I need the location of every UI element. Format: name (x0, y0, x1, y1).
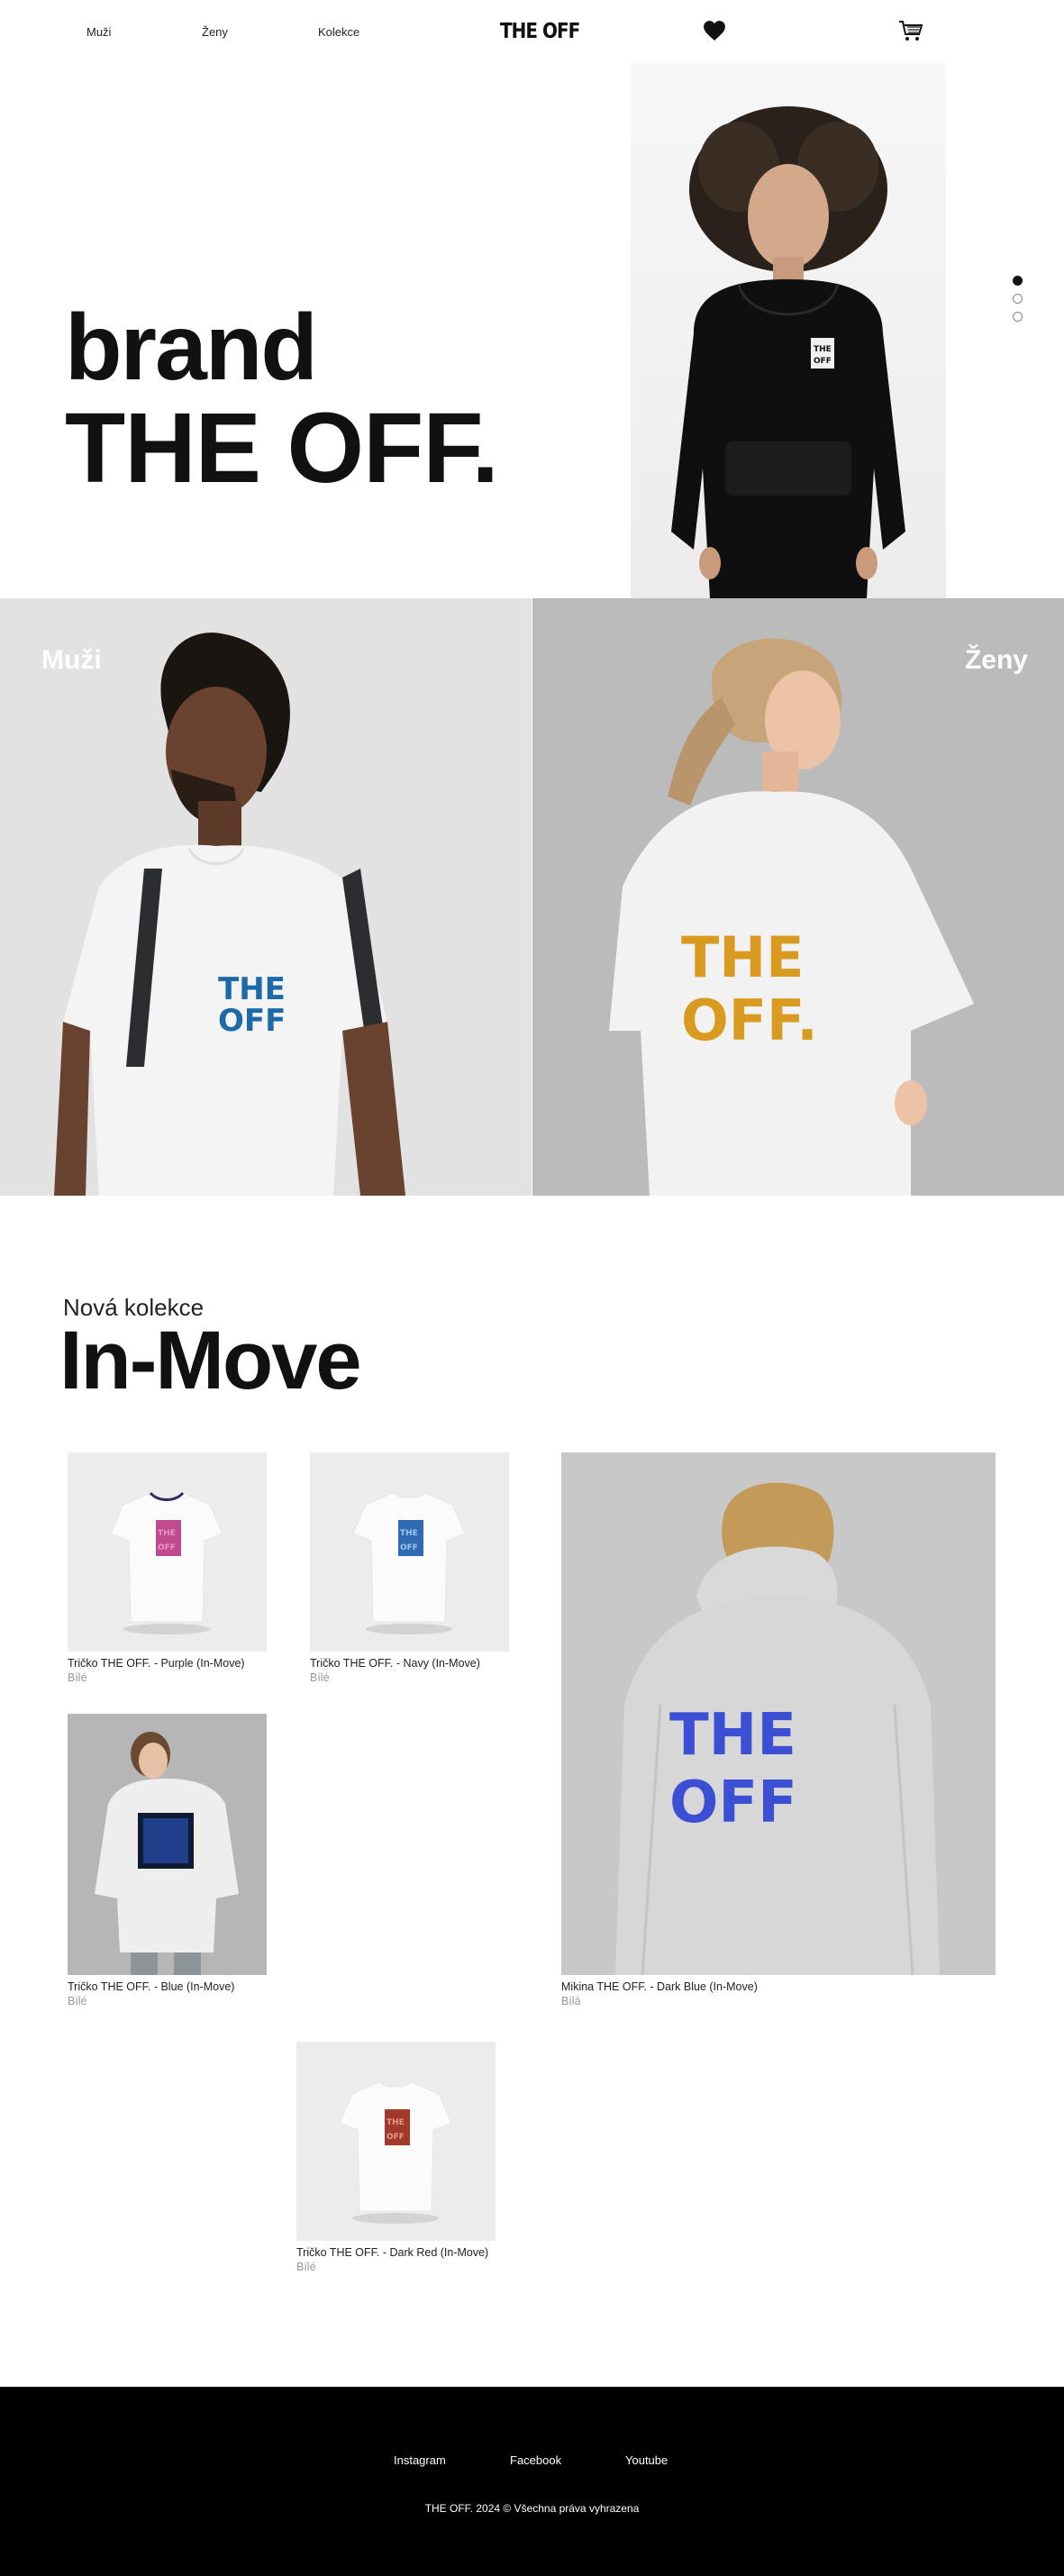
svg-text:THE: THE (218, 971, 286, 1007)
brand-logo[interactable]: THE OFF (500, 18, 580, 43)
product-name[interactable]: Tričko THE OFF. - Purple (In-Move) (68, 1657, 267, 1670)
collection-title: In-Move (59, 1315, 362, 1406)
nav-collection[interactable]: Kolekce (318, 25, 359, 39)
footer-copyright: THE OFF. 2024 © Všechna práva vyhrazena (424, 2502, 640, 2515)
hero-line-1: brand (65, 296, 318, 400)
cart-button[interactable] (896, 16, 925, 45)
nav-men[interactable]: Muži (86, 25, 111, 39)
svg-text:OFF: OFF (386, 2133, 405, 2142)
product-color: Bílé (68, 1671, 87, 1684)
svg-text:OFF.: OFF. (681, 988, 818, 1053)
product-color: Bílá (561, 1995, 581, 2007)
product-image[interactable]: THE OFF (296, 2042, 496, 2241)
slider-dot-2[interactable] (1013, 294, 1023, 304)
footer-link-instagram[interactable]: Instagram (394, 2453, 446, 2467)
cart-icon (899, 21, 923, 41)
svg-text:THE: THE (669, 1702, 796, 1769)
category-men-tile[interactable]: THE OFF Muži (0, 598, 532, 1196)
product-card[interactable]: THE OFF Tričko THE OFF. - Navy (In-Move)… (310, 1452, 509, 1684)
svg-text:OFF: OFF (158, 1543, 176, 1552)
slider-dot-3[interactable] (1013, 312, 1023, 322)
product-name[interactable]: Tričko THE OFF. - Navy (In-Move) (310, 1657, 509, 1670)
hero-headline: brand THE OFF. (65, 296, 499, 504)
product-name[interactable]: Tričko THE OFF. - Dark Red (In-Move) (296, 2246, 496, 2259)
product-card[interactable]: THE OFF Tričko THE OFF. - Dark Red (In-M… (296, 2042, 496, 2273)
site-footer: Instagram Facebook Youtube THE OFF. 2024… (0, 2387, 1064, 2576)
nav-women[interactable]: Ženy (202, 25, 228, 39)
svg-text:OFF: OFF (814, 357, 832, 366)
slider-dot-1[interactable] (1013, 276, 1023, 286)
hero-slider-dots (1013, 276, 1023, 330)
svg-text:THE: THE (681, 924, 805, 990)
svg-text:THE: THE (814, 345, 832, 354)
product-color: Bílé (296, 2261, 316, 2273)
product-card[interactable]: Tričko THE OFF. - Blue (In-Move) Bílé (68, 1714, 267, 2007)
svg-text:OFF: OFF (400, 1543, 418, 1552)
site-header: Muži Ženy Kolekce THE OFF (0, 0, 1064, 63)
product-color: Bílé (68, 1995, 87, 2007)
heart-icon (704, 21, 725, 41)
category-women-tile[interactable]: THE OFF. Ženy (532, 598, 1064, 1196)
hero-line-2: THE OFF. (65, 393, 499, 504)
product-image[interactable] (68, 1714, 267, 1975)
product-name[interactable]: Mikina THE OFF. - Dark Blue (In-Move) (561, 1980, 996, 1993)
category-women-label: Ženy (964, 645, 1028, 675)
hero-model-photo: THE OFF (631, 63, 946, 598)
product-color: Bílé (310, 1671, 330, 1684)
category-men-label: Muži (41, 645, 102, 675)
footer-link-facebook[interactable]: Facebook (510, 2453, 561, 2467)
product-name[interactable]: Tričko THE OFF. - Blue (In-Move) (68, 1980, 267, 1993)
svg-text:THE: THE (400, 1529, 418, 1538)
svg-text:THE: THE (158, 1529, 176, 1538)
footer-link-youtube[interactable]: Youtube (625, 2453, 668, 2467)
product-image[interactable]: THE OFF (68, 1452, 267, 1652)
favorites-button[interactable] (700, 16, 729, 45)
product-card[interactable]: THE OFF Mikina THE OFF. - Dark Blue (In-… (561, 1452, 996, 2007)
product-card[interactable]: THE OFF Tričko THE OFF. - Purple (In-Mov… (68, 1452, 267, 1684)
svg-text:OFF: OFF (669, 1770, 797, 1836)
svg-text:OFF: OFF (218, 1003, 286, 1039)
product-image[interactable]: THE OFF (310, 1452, 509, 1652)
product-image[interactable]: THE OFF (561, 1452, 996, 1975)
svg-text:THE: THE (386, 2118, 405, 2127)
